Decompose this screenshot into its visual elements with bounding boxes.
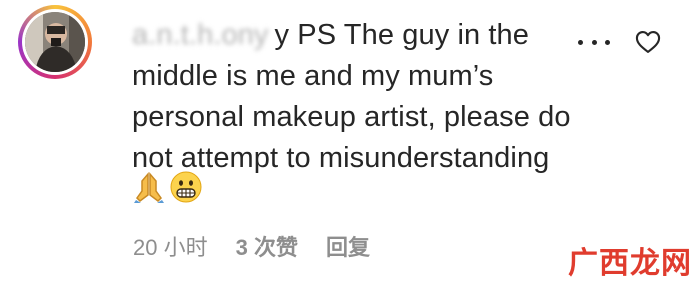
more-icon[interactable] [578,30,610,54]
comment-meta: 20 小时 3 次赞 回复 [133,230,370,262]
avatar[interactable] [18,5,92,79]
emoji-row [134,170,202,204]
like-count[interactable]: 3 次赞 [236,230,298,262]
heart-icon[interactable] [634,28,662,56]
watermark: 广西龙网 [568,247,692,280]
comment-line-2: middle is me and my mum’s [132,60,494,92]
comment-item: a.n.t.h.ony y PS The guy in the middle is… [0,0,700,288]
comment-line-1: y PS The guy in the [274,19,529,51]
comment-line-3: personal makeup artist, please do [132,101,571,133]
grimacing-face-emoji [170,171,202,203]
username[interactable]: a.n.t.h.ony [132,15,269,56]
comment-text: a.n.t.h.ony y PS The guy in the middle is… [132,15,572,179]
comment-timestamp: 20 小时 [133,235,208,260]
avatar-photo [25,12,85,72]
reply-button[interactable]: 回复 [326,230,370,262]
folded-hands-emoji [134,171,164,203]
